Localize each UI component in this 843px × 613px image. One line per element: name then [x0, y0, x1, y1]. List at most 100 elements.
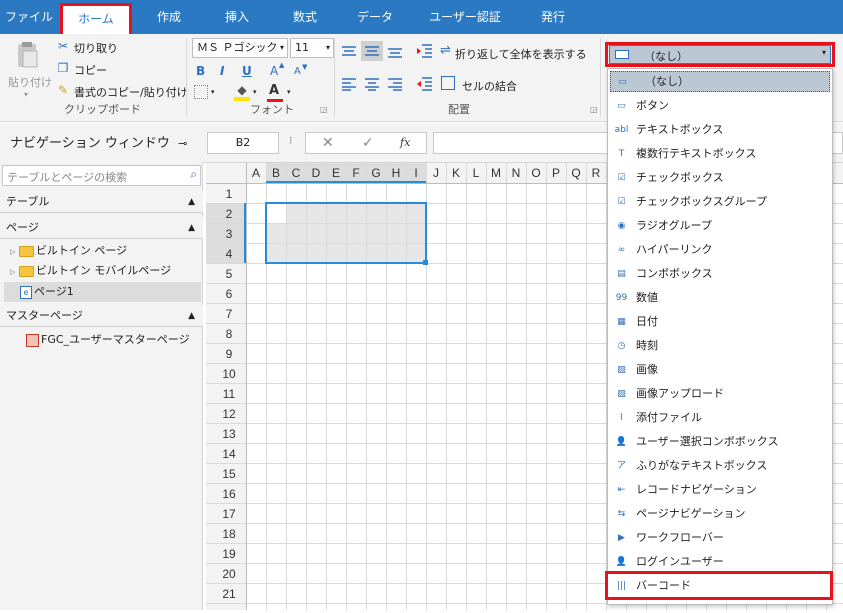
- row-header[interactable]: 12: [222, 407, 236, 421]
- tree-item-builtin-page[interactable]: ▷ ビルトイン ページ: [10, 241, 127, 261]
- chevron-up-icon[interactable]: ▲: [188, 305, 195, 327]
- dropdown-item[interactable]: アふりがなテキストボックス: [608, 454, 832, 478]
- chevron-down-icon[interactable]: ▾: [287, 88, 291, 96]
- dropdown-item[interactable]: ☑ チェックボックス: [608, 166, 832, 190]
- column-header[interactable]: B: [272, 166, 280, 180]
- dropdown-item[interactable]: 99 数値: [608, 286, 832, 310]
- section-master-page[interactable]: マスターページ ▲: [0, 305, 203, 327]
- chevron-down-icon[interactable]: ▾: [211, 88, 215, 96]
- dropdown-item[interactable]: 👤 ユーザー選択コンボボックス: [608, 430, 832, 454]
- column-header[interactable]: H: [392, 166, 401, 180]
- tree-item-builtin-mobile-page[interactable]: ▷ ビルトイン モバイルページ: [10, 261, 171, 281]
- column-header[interactable]: C: [292, 166, 301, 180]
- dropdown-item[interactable]: ◉ ラジオグループ: [608, 214, 832, 238]
- column-header[interactable]: L: [473, 166, 480, 180]
- row-header[interactable]: 5: [226, 267, 233, 281]
- indent-icon[interactable]: [416, 42, 434, 63]
- nav-search-input[interactable]: テーブルとページの検索 ⌕: [2, 165, 201, 186]
- dropdown-item[interactable]: ▭ （なし）: [610, 71, 830, 92]
- row-header[interactable]: 13: [222, 427, 236, 441]
- row-header[interactable]: 7: [226, 307, 233, 321]
- column-header[interactable]: A: [252, 166, 260, 180]
- align-left-icon[interactable]: [340, 77, 358, 94]
- wrap-text-button[interactable]: 折り返して全体を表示する: [455, 46, 587, 62]
- font-launcher-icon[interactable]: ◲: [320, 105, 328, 114]
- cut-button[interactable]: 切り取り: [74, 40, 118, 56]
- column-header[interactable]: I: [414, 166, 417, 180]
- column-header[interactable]: P: [552, 166, 560, 180]
- font-color-button[interactable]: A: [269, 83, 279, 98]
- section-table[interactable]: テーブル ▲: [0, 191, 203, 213]
- grow-font-button[interactable]: A: [270, 64, 278, 78]
- paste-dropdown-icon[interactable]: ▾: [24, 90, 28, 99]
- dropdown-item[interactable]: ☑ チェックボックスグループ: [608, 190, 832, 214]
- tab-file[interactable]: ファイル: [0, 0, 58, 34]
- dropdown-item[interactable]: ▭ ボタン: [608, 94, 832, 118]
- tab-data[interactable]: データ: [346, 0, 404, 34]
- align-top-icon[interactable]: [340, 44, 358, 61]
- bold-button[interactable]: B: [196, 64, 205, 78]
- chevron-up-icon[interactable]: ▲: [188, 217, 195, 239]
- fill-color-icon[interactable]: ◆: [234, 83, 250, 97]
- row-header[interactable]: 3: [226, 227, 233, 241]
- column-header[interactable]: D: [312, 166, 321, 180]
- row-header[interactable]: 2: [226, 207, 233, 221]
- alignment-launcher-icon[interactable]: ◲: [590, 105, 598, 114]
- column-header[interactable]: Q: [571, 166, 580, 180]
- column-header[interactable]: N: [512, 166, 521, 180]
- chevron-down-icon[interactable]: ▾: [253, 88, 257, 96]
- dropdown-item[interactable]: T 複数行テキストボックス: [608, 142, 832, 166]
- paste-icon[interactable]: [12, 40, 42, 70]
- cell-reference-box[interactable]: B2: [207, 132, 279, 154]
- dropdown-item[interactable]: ⌇ 添付ファイル: [608, 406, 832, 430]
- control-type-select[interactable]: （なし） ▾: [609, 45, 831, 64]
- shrink-font-button[interactable]: A: [294, 66, 301, 77]
- expand-icon[interactable]: ▷: [10, 248, 15, 256]
- row-header[interactable]: 21: [222, 587, 236, 601]
- row-header[interactable]: 16: [222, 487, 236, 501]
- dropdown-item[interactable]: ◷ 時刻: [608, 334, 832, 358]
- row-header[interactable]: 20: [222, 567, 236, 581]
- dropdown-item[interactable]: ▨ 画像アップロード: [608, 382, 832, 406]
- tab-formula[interactable]: 数式: [276, 0, 334, 34]
- tree-item-master-page[interactable]: FGC_ユーザーマスターページ: [26, 330, 190, 350]
- row-header[interactable]: 6: [226, 287, 233, 301]
- paste-button[interactable]: 貼り付け: [8, 74, 52, 90]
- column-header[interactable]: O: [531, 166, 540, 180]
- align-center-icon[interactable]: [363, 77, 381, 94]
- tree-item-page1[interactable]: e ページ1: [4, 282, 201, 302]
- row-header[interactable]: 17: [222, 507, 236, 521]
- tab-insert[interactable]: 挿入: [208, 0, 266, 34]
- row-header[interactable]: 15: [222, 467, 236, 481]
- italic-button[interactable]: I: [220, 64, 224, 78]
- search-icon[interactable]: ⌕: [190, 167, 197, 182]
- align-bottom-icon[interactable]: [386, 44, 404, 61]
- outdent-icon[interactable]: [416, 75, 434, 96]
- row-header[interactable]: 11: [223, 387, 236, 401]
- underline-button[interactable]: U: [242, 64, 252, 78]
- row-header[interactable]: 1: [226, 187, 233, 201]
- font-name-select[interactable]: ＭＳ Ｐゴシック ▾: [192, 38, 288, 58]
- pin-icon[interactable]: ⊸: [178, 123, 187, 165]
- cancel-icon[interactable]: ✕: [322, 135, 334, 151]
- row-header[interactable]: 4: [226, 247, 233, 261]
- tab-create[interactable]: 作成: [140, 0, 198, 34]
- align-right-icon[interactable]: [386, 77, 404, 94]
- dropdown-item[interactable]: ⇆ ページナビゲーション: [608, 502, 832, 526]
- dropdown-item[interactable]: ▦ 日付: [608, 310, 832, 334]
- dropdown-item[interactable]: ∞ ハイパーリンク: [608, 238, 832, 262]
- column-header[interactable]: J: [433, 166, 439, 180]
- row-header[interactable]: 18: [222, 527, 236, 541]
- column-header[interactable]: G: [371, 166, 380, 180]
- fill-handle[interactable]: [423, 260, 428, 265]
- tab-home[interactable]: ホーム: [60, 3, 132, 34]
- row-header[interactable]: 9: [226, 347, 233, 361]
- copy-button[interactable]: コピー: [74, 62, 107, 78]
- section-page[interactable]: ページ ▲: [0, 217, 203, 239]
- dropdown-item[interactable]: ⇤ レコードナビゲーション: [608, 478, 832, 502]
- tab-user-auth[interactable]: ユーザー認証: [420, 0, 510, 34]
- align-middle-button[interactable]: [361, 41, 383, 61]
- merge-cells-button[interactable]: セルの結合: [462, 78, 517, 94]
- column-header[interactable]: K: [452, 166, 460, 180]
- column-header[interactable]: E: [332, 166, 340, 180]
